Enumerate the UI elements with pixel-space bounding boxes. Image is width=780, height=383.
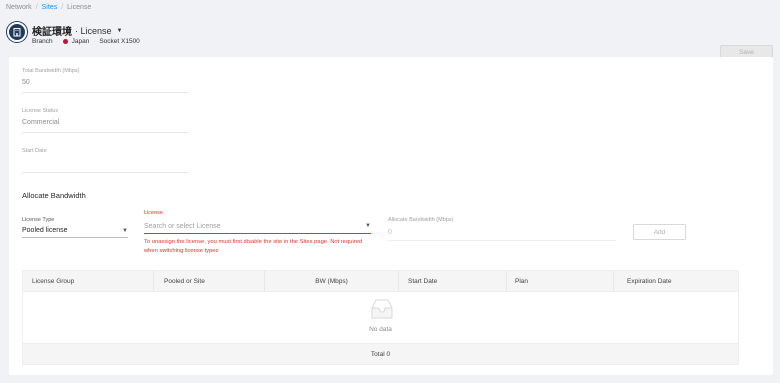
chevron-down-icon[interactable]: ▼ (117, 28, 123, 34)
field-underline (22, 132, 188, 133)
page-header: 検証環境 · License ▼ Branch · Japan · Socket… (0, 15, 780, 60)
license-status-value: Commercial (22, 119, 60, 126)
breadcrumb: Network / Sites / License (6, 4, 91, 11)
license-type-select[interactable]: License Type Pooled license ▼ (22, 217, 128, 238)
site-country: Japan (71, 38, 90, 45)
license-search-field[interactable]: License Search or select License ▼ To un… (144, 210, 371, 256)
license-search-input[interactable]: Search or select License ▼ (144, 221, 371, 231)
allocate-bandwidth-field[interactable]: Allocate Bandwidth (Mbps) 0 (388, 217, 616, 241)
column-header-start-date[interactable]: Start Date (399, 271, 507, 292)
license-type-label: License Type (22, 217, 55, 223)
add-button[interactable]: Add (633, 224, 686, 240)
breadcrumb-license: License (67, 4, 92, 11)
breadcrumb-network[interactable]: Network (6, 4, 32, 11)
total-bandwidth-label: Total Bandwidth (Mbps) (22, 68, 80, 74)
license-status-label: License Status (22, 108, 59, 114)
meta-separator: · (93, 38, 96, 45)
column-header-plan[interactable]: Plan (507, 271, 614, 292)
license-label: License (144, 210, 163, 216)
meta-separator: · (56, 38, 59, 45)
empty-inbox-icon (371, 299, 393, 319)
site-device: Socket X1500 (99, 38, 140, 45)
table-footer: Total 0 (23, 344, 738, 364)
table-header: License Group Pooled or Site BW (Mbps) S… (23, 271, 738, 292)
field-underline (388, 240, 616, 241)
column-header-pooled-or-site[interactable]: Pooled or Site (154, 271, 265, 292)
chevron-down-icon[interactable]: ▼ (122, 228, 128, 234)
table-total: Total 0 (370, 350, 391, 358)
japan-flag-icon (62, 39, 68, 44)
license-type-value: Pooled license (22, 227, 68, 234)
select-underline (22, 237, 128, 238)
empty-state-text: No data (369, 326, 392, 333)
page-subtitle: · License (75, 25, 112, 36)
total-bandwidth-field: Total Bandwidth (Mbps) 50 (22, 68, 188, 93)
column-header-expiration-date[interactable]: Expiration Date (614, 271, 738, 292)
license-type-value-row[interactable]: Pooled license ▼ (22, 227, 128, 234)
allocate-bandwidth-label: Allocate Bandwidth (Mbps) (388, 217, 454, 223)
site-meta: Branch · Japan · Socket X1500 (32, 38, 140, 45)
allocate-bandwidth-input[interactable]: 0 (388, 229, 616, 238)
field-underline (22, 92, 188, 93)
license-placeholder: Search or select License (144, 222, 221, 230)
site-name: 検証環境 (32, 27, 72, 38)
field-underline (22, 172, 188, 173)
license-panel: Total Bandwidth (Mbps) 50 License Status… (9, 57, 773, 375)
table-body: No data (23, 292, 738, 344)
license-underline (144, 233, 371, 234)
title-row[interactable]: 検証環境 · License ▼ (32, 23, 123, 39)
license-table: License Group Pooled or Site BW (Mbps) S… (22, 270, 739, 365)
license-status-field: License Status Commercial (22, 108, 188, 133)
breadcrumb-separator: / (61, 4, 64, 11)
breadcrumb-separator: / (35, 4, 38, 11)
chevron-down-icon[interactable]: ▼ (365, 223, 371, 229)
license-error-message: To unassign the license, you must first … (144, 239, 363, 254)
total-bandwidth-value: 50 (22, 79, 30, 86)
breadcrumb-sites[interactable]: Sites (42, 4, 58, 11)
site-type: Branch (32, 38, 53, 45)
column-header-bw[interactable]: BW (Mbps) (265, 271, 399, 292)
start-date-label: Start Date (22, 148, 47, 154)
site-building-icon (7, 22, 27, 42)
column-header-license-group[interactable]: License Group (23, 271, 154, 292)
start-date-field: Start Date (22, 148, 188, 173)
start-date-value (22, 159, 188, 169)
allocate-bandwidth-title: Allocate Bandwidth (22, 191, 86, 200)
